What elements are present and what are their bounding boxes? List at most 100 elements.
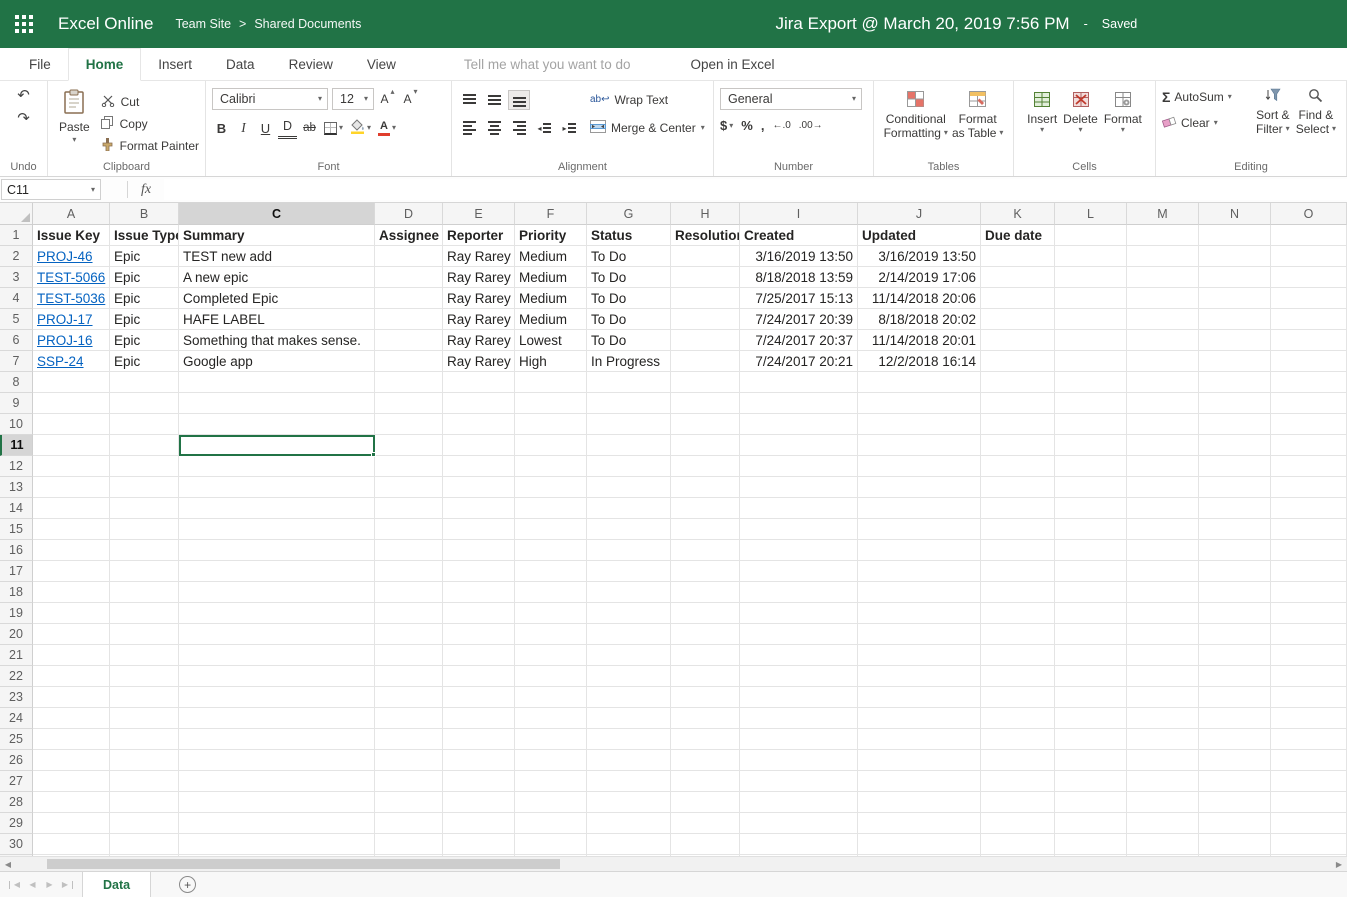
row-header-29[interactable]: 29 — [0, 813, 33, 834]
cell-C12[interactable] — [179, 456, 375, 477]
cell-N2[interactable] — [1199, 246, 1271, 267]
cell-D6[interactable] — [375, 330, 443, 351]
cell-B13[interactable] — [110, 477, 179, 498]
cell-B16[interactable] — [110, 540, 179, 561]
cell-D29[interactable] — [375, 813, 443, 834]
cell-B22[interactable] — [110, 666, 179, 687]
cell-H9[interactable] — [671, 393, 740, 414]
cell-K20[interactable] — [981, 624, 1055, 645]
cell-I5[interactable]: 7/24/2017 20:39 — [740, 309, 858, 330]
cell-J14[interactable] — [858, 498, 981, 519]
cell-K23[interactable] — [981, 687, 1055, 708]
redo-icon[interactable]: ↷ — [17, 111, 30, 126]
comma-style-button[interactable]: , — [761, 118, 765, 133]
cell-B29[interactable] — [110, 813, 179, 834]
cell-B27[interactable] — [110, 771, 179, 792]
cell-L12[interactable] — [1055, 456, 1127, 477]
cell-H20[interactable] — [671, 624, 740, 645]
row-header-13[interactable]: 13 — [0, 477, 33, 498]
row-header-26[interactable]: 26 — [0, 750, 33, 771]
cell-B12[interactable] — [110, 456, 179, 477]
cell-H25[interactable] — [671, 729, 740, 750]
cell-K26[interactable] — [981, 750, 1055, 771]
cell-E20[interactable] — [443, 624, 515, 645]
name-box[interactable]: C11 ▾ — [1, 179, 101, 200]
cell-J2[interactable]: 3/16/2019 13:50 — [858, 246, 981, 267]
cell-I19[interactable] — [740, 603, 858, 624]
cell-B18[interactable] — [110, 582, 179, 603]
cell-E14[interactable] — [443, 498, 515, 519]
cell-F16[interactable] — [515, 540, 587, 561]
cell-E30[interactable] — [443, 834, 515, 855]
cell-L29[interactable] — [1055, 813, 1127, 834]
cell-M25[interactable] — [1127, 729, 1199, 750]
cell-E4[interactable]: Ray Rarey — [443, 288, 515, 309]
scroll-right-icon[interactable]: ▶ — [1331, 857, 1347, 871]
column-header-B[interactable]: B — [110, 203, 179, 225]
cell-L30[interactable] — [1055, 834, 1127, 855]
format-cells-button[interactable]: Format ▾ — [1104, 89, 1142, 158]
cell-E2[interactable]: Ray Rarey — [443, 246, 515, 267]
cell-N19[interactable] — [1199, 603, 1271, 624]
cell-E6[interactable]: Ray Rarey — [443, 330, 515, 351]
cell-K18[interactable] — [981, 582, 1055, 603]
cell-J19[interactable] — [858, 603, 981, 624]
cell-B30[interactable] — [110, 834, 179, 855]
cell-I6[interactable]: 7/24/2017 20:37 — [740, 330, 858, 351]
scrollbar-thumb[interactable] — [47, 859, 560, 869]
cell-N28[interactable] — [1199, 792, 1271, 813]
cell-N22[interactable] — [1199, 666, 1271, 687]
cell-G9[interactable] — [587, 393, 671, 414]
cell-E12[interactable] — [443, 456, 515, 477]
cell-M23[interactable] — [1127, 687, 1199, 708]
cell-L21[interactable] — [1055, 645, 1127, 666]
cell-G19[interactable] — [587, 603, 671, 624]
cell-N21[interactable] — [1199, 645, 1271, 666]
cell-N20[interactable] — [1199, 624, 1271, 645]
cell-G26[interactable] — [587, 750, 671, 771]
cell-C11[interactable] — [179, 435, 375, 456]
cell-L4[interactable] — [1055, 288, 1127, 309]
cell-C9[interactable] — [179, 393, 375, 414]
column-header-M[interactable]: M — [1127, 203, 1199, 225]
cell-H16[interactable] — [671, 540, 740, 561]
cell-I14[interactable] — [740, 498, 858, 519]
cell-G10[interactable] — [587, 414, 671, 435]
cell-J24[interactable] — [858, 708, 981, 729]
cell-L17[interactable] — [1055, 561, 1127, 582]
cell-A7[interactable]: SSP-24 — [33, 351, 110, 372]
cell-G15[interactable] — [587, 519, 671, 540]
row-header-25[interactable]: 25 — [0, 729, 33, 750]
strikethrough-button[interactable]: ab — [300, 117, 319, 139]
cell-G8[interactable] — [587, 372, 671, 393]
tab-home[interactable]: Home — [68, 48, 142, 81]
cell-A28[interactable] — [33, 792, 110, 813]
cell-C15[interactable] — [179, 519, 375, 540]
align-middle-button[interactable] — [483, 90, 505, 110]
cell-B14[interactable] — [110, 498, 179, 519]
cell-N13[interactable] — [1199, 477, 1271, 498]
cell-I16[interactable] — [740, 540, 858, 561]
cell-F26[interactable] — [515, 750, 587, 771]
cell-M24[interactable] — [1127, 708, 1199, 729]
wrap-text-button[interactable]: ab↩ Wrap Text — [590, 93, 668, 107]
cell-J7[interactable]: 12/2/2018 16:14 — [858, 351, 981, 372]
sort-filter-button[interactable]: Sort & Filter▾ — [1256, 85, 1290, 158]
cell-H27[interactable] — [671, 771, 740, 792]
align-left-button[interactable] — [458, 118, 480, 138]
cell-B10[interactable] — [110, 414, 179, 435]
cell-N3[interactable] — [1199, 267, 1271, 288]
horizontal-scrollbar[interactable]: ◀ ▶ — [0, 856, 1347, 871]
format-painter-button[interactable]: Format Painter — [101, 137, 199, 155]
cell-H26[interactable] — [671, 750, 740, 771]
cell-K19[interactable] — [981, 603, 1055, 624]
cell-I10[interactable] — [740, 414, 858, 435]
sheet-tab-data[interactable]: Data — [82, 872, 151, 897]
tab-file[interactable]: File — [12, 48, 68, 80]
cell-H17[interactable] — [671, 561, 740, 582]
cell-F1[interactable]: Priority — [515, 225, 587, 246]
cell-M4[interactable] — [1127, 288, 1199, 309]
cell-H2[interactable] — [671, 246, 740, 267]
cell-M19[interactable] — [1127, 603, 1199, 624]
row-header-30[interactable]: 30 — [0, 834, 33, 855]
